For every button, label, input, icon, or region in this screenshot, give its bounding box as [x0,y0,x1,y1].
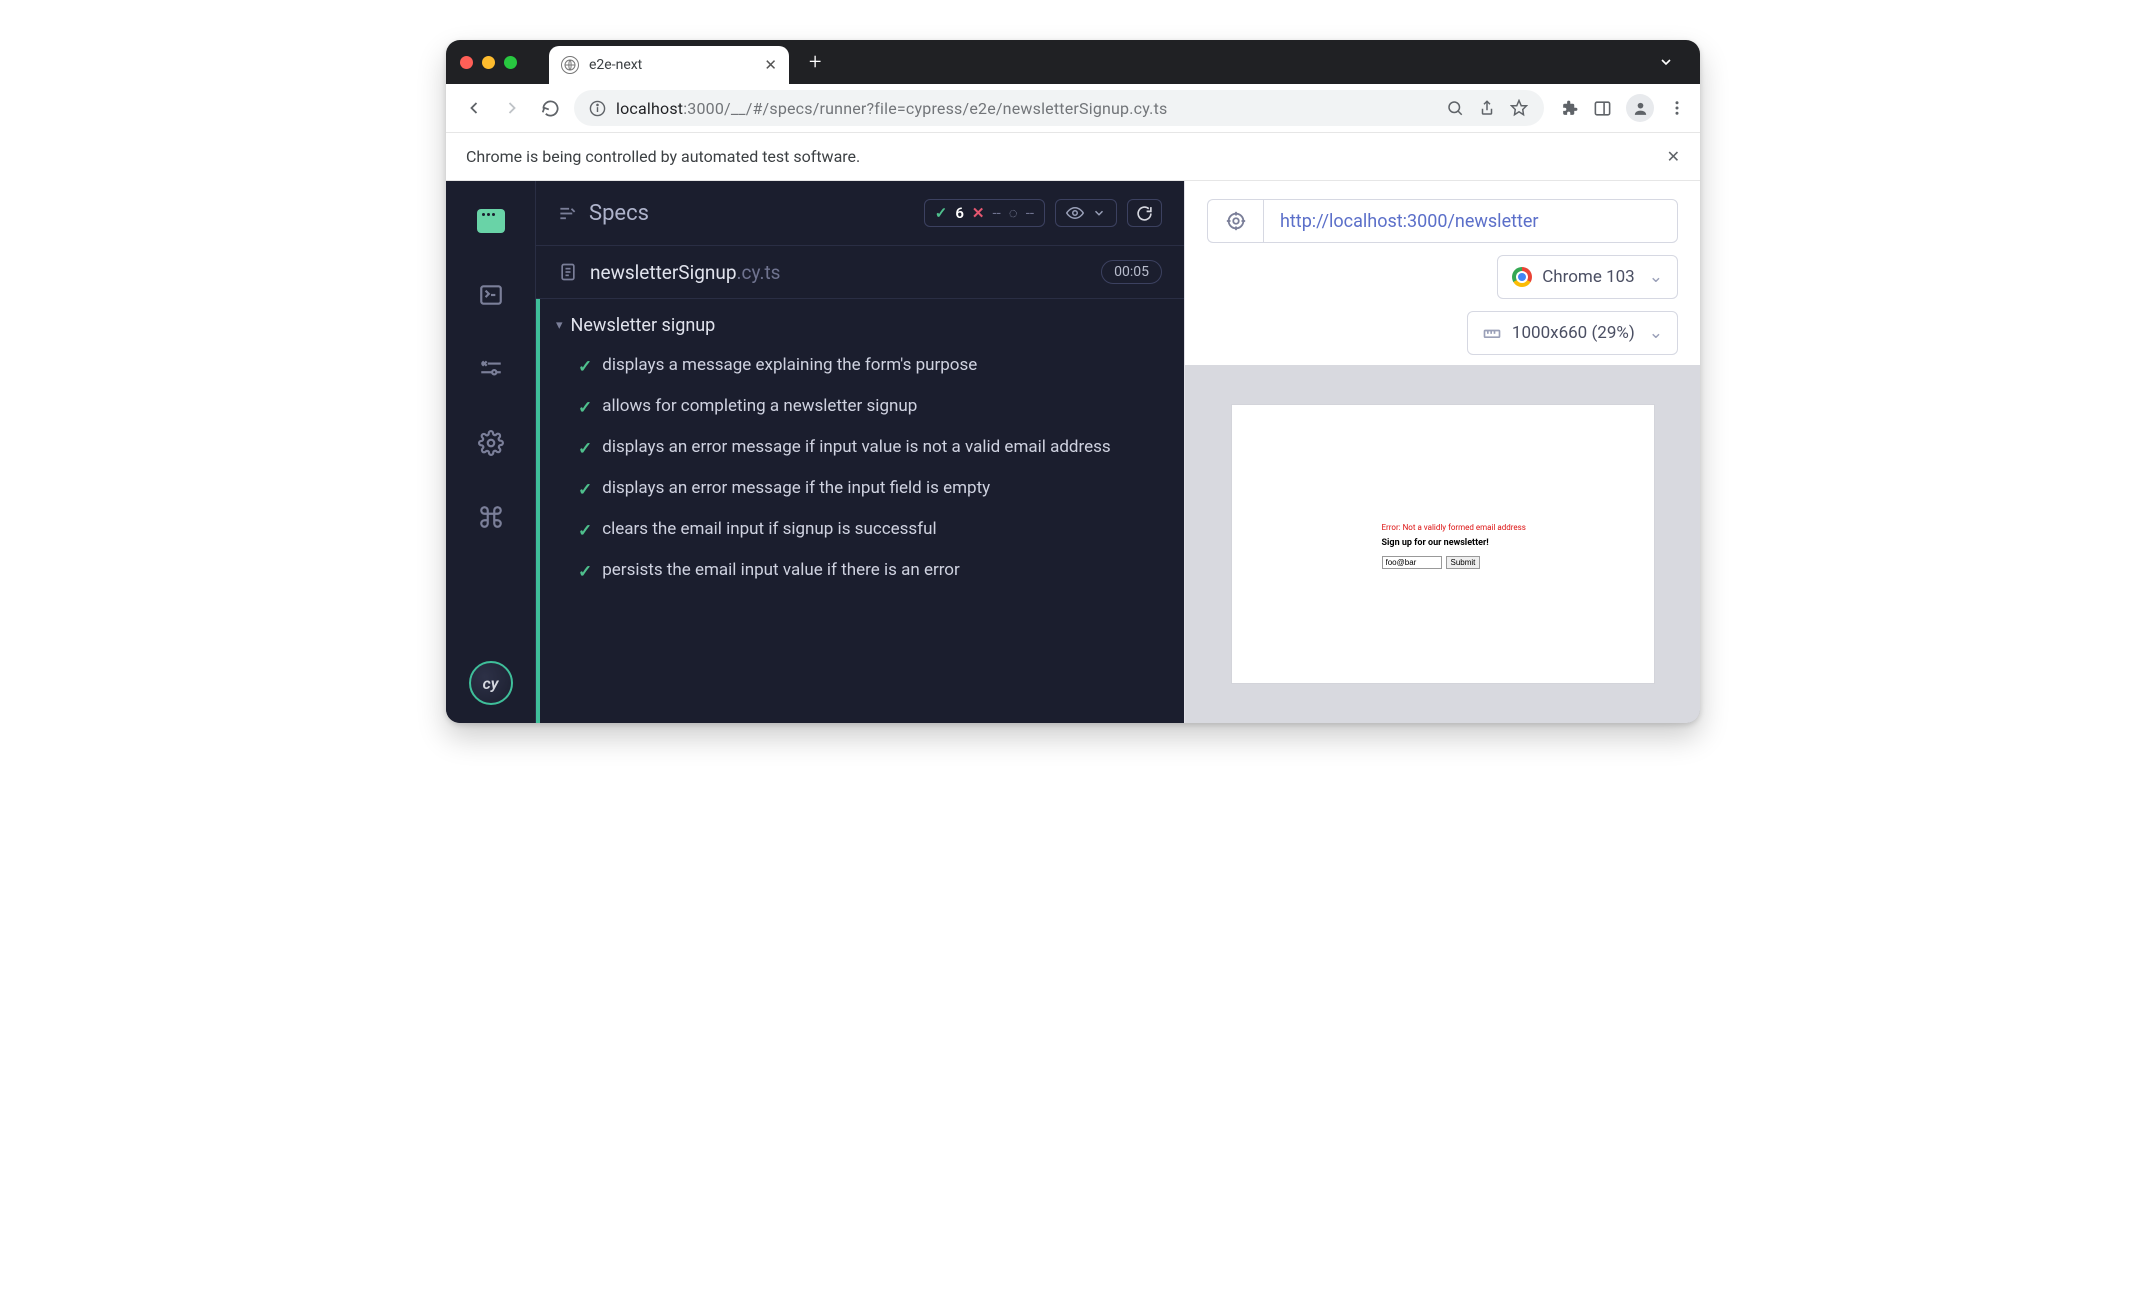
test-title: displays a message explaining the form's… [602,354,977,377]
sidebar-item-settings[interactable] [475,427,507,459]
preview-area: Error: Not a validly formed email addres… [1185,365,1700,723]
chevron-down-icon: ⌄ [1649,267,1663,287]
star-icon[interactable] [1510,99,1528,117]
test-item[interactable]: ✓ allows for completing a newsletter sign… [556,387,1162,428]
cypress-logo[interactable]: cy [469,661,513,705]
close-tab-icon[interactable]: ✕ [764,56,777,74]
automation-banner: Chrome is being controlled by automated … [446,132,1700,181]
toolbar-right [1560,94,1686,122]
zoom-icon[interactable] [1446,99,1464,117]
sidebar-item-keyboard-shortcuts[interactable] [475,501,507,533]
tab-bar: e2e-next ✕ + [446,40,1700,84]
refresh-icon [1136,205,1153,222]
reporter-panel: Specs ✓ 6 ✕ -- ◌ -- [536,181,1184,723]
menu-icon[interactable] [1668,99,1686,117]
test-item[interactable]: ✓ displays a message explaining the form'… [556,346,1162,387]
test-tree: ▾ Newsletter signup ✓ displays a message … [536,299,1184,723]
test-item[interactable]: ✓ clears the email input if signup is suc… [556,510,1162,551]
pending-icon: ◌ [1009,204,1018,222]
extensions-icon[interactable] [1560,99,1579,118]
url-text: localhost:3000/__/#/specs/runner?file=cy… [616,99,1167,118]
chevron-down-icon[interactable] [1658,54,1686,70]
x-icon: ✕ [972,204,985,222]
check-icon: ✓ [578,356,592,379]
check-icon: ✓ [578,479,592,502]
view-options-pill[interactable] [1055,199,1117,227]
globe-icon [561,56,579,74]
automation-banner-text: Chrome is being controlled by automated … [466,147,860,166]
chrome-icon [1512,267,1532,287]
browser-selector[interactable]: Chrome 103 ⌄ [1497,255,1678,299]
preview-submit-button[interactable]: Submit [1446,556,1481,569]
spec-file-name: newsletterSignup.cy.ts [590,261,780,284]
check-icon: ✓ [578,438,592,461]
address-bar-row: localhost:3000/__/#/specs/runner?file=cy… [446,84,1700,132]
eye-icon [1066,204,1084,222]
test-title: displays an error message if the input f… [602,477,990,500]
sidebar: cy [446,181,536,723]
window-minimize-button[interactable] [482,56,495,69]
test-item[interactable]: ✓ displays an error message if input valu… [556,428,1162,469]
test-title: clears the email input if signup is succ… [602,518,936,541]
aut-iframe[interactable]: Error: Not a validly formed email addres… [1232,405,1654,683]
selector-playground-button[interactable] [1207,199,1263,243]
spec-file-row[interactable]: newsletterSignup.cy.ts 00:05 [536,246,1184,299]
share-icon[interactable] [1478,99,1496,117]
test-title: allows for completing a newsletter signu… [602,395,917,418]
window-close-button[interactable] [460,56,473,69]
new-tab-button[interactable]: + [809,50,821,75]
address-bar[interactable]: localhost:3000/__/#/specs/runner?file=cy… [574,90,1544,126]
window-maximize-button[interactable] [504,56,517,69]
check-icon: ✓ [578,520,592,543]
preview-email-input[interactable] [1382,556,1442,569]
cypress-app: cy Specs ✓ 6 ✕ -- ◌ -- [446,181,1700,723]
reload-button[interactable] [536,94,564,122]
test-title: displays an error message if input value… [602,436,1110,459]
check-icon: ✓ [578,397,592,420]
aut-panel: http://localhost:3000/newsletter Chrome … [1184,181,1700,723]
specs-title: Specs [558,201,649,226]
side-panel-icon[interactable] [1593,99,1612,118]
preview-error-text: Error: Not a validly formed email addres… [1382,523,1634,532]
chevron-down-icon: ▾ [556,318,563,333]
chevron-down-icon [1092,206,1106,220]
test-stats-pill: ✓ 6 ✕ -- ◌ -- [924,199,1045,227]
sidebar-item-runs[interactable] [475,279,507,311]
suite-title[interactable]: ▾ Newsletter signup [556,315,1162,336]
test-item[interactable]: ✓ persists the email input value if there… [556,551,1162,592]
forward-button[interactable] [498,94,526,122]
chevron-down-icon: ⌄ [1649,323,1663,343]
reporter-header: Specs ✓ 6 ✕ -- ◌ -- [536,181,1184,246]
viewport-selector[interactable]: 1000x660 (29%) ⌄ [1467,311,1678,355]
test-item[interactable]: ✓ displays an error message if the input … [556,469,1162,510]
list-icon [558,204,577,223]
close-banner-icon[interactable]: ✕ [1667,147,1680,166]
spec-duration: 00:05 [1101,260,1162,284]
check-icon: ✓ [578,561,592,584]
file-icon [558,262,578,282]
browser-tab[interactable]: e2e-next ✕ [549,46,789,84]
tab-title: e2e-next [589,57,754,73]
rerun-button[interactable] [1127,199,1162,227]
back-button[interactable] [460,94,488,122]
browser-window: e2e-next ✕ + localhost:3000/__/#/specs/r… [446,40,1700,723]
site-info-icon[interactable] [588,100,606,117]
sidebar-item-specs[interactable] [475,205,507,237]
test-title: persists the email input value if there … [602,559,960,582]
aut-url[interactable]: http://localhost:3000/newsletter [1263,199,1678,243]
address-actions [1446,99,1528,117]
preview-heading: Sign up for our newsletter! [1382,538,1634,548]
check-icon: ✓ [935,204,948,222]
profile-icon[interactable] [1626,94,1654,122]
ruler-icon [1482,323,1502,343]
sidebar-item-debug[interactable] [475,353,507,385]
traffic-lights [460,56,517,69]
